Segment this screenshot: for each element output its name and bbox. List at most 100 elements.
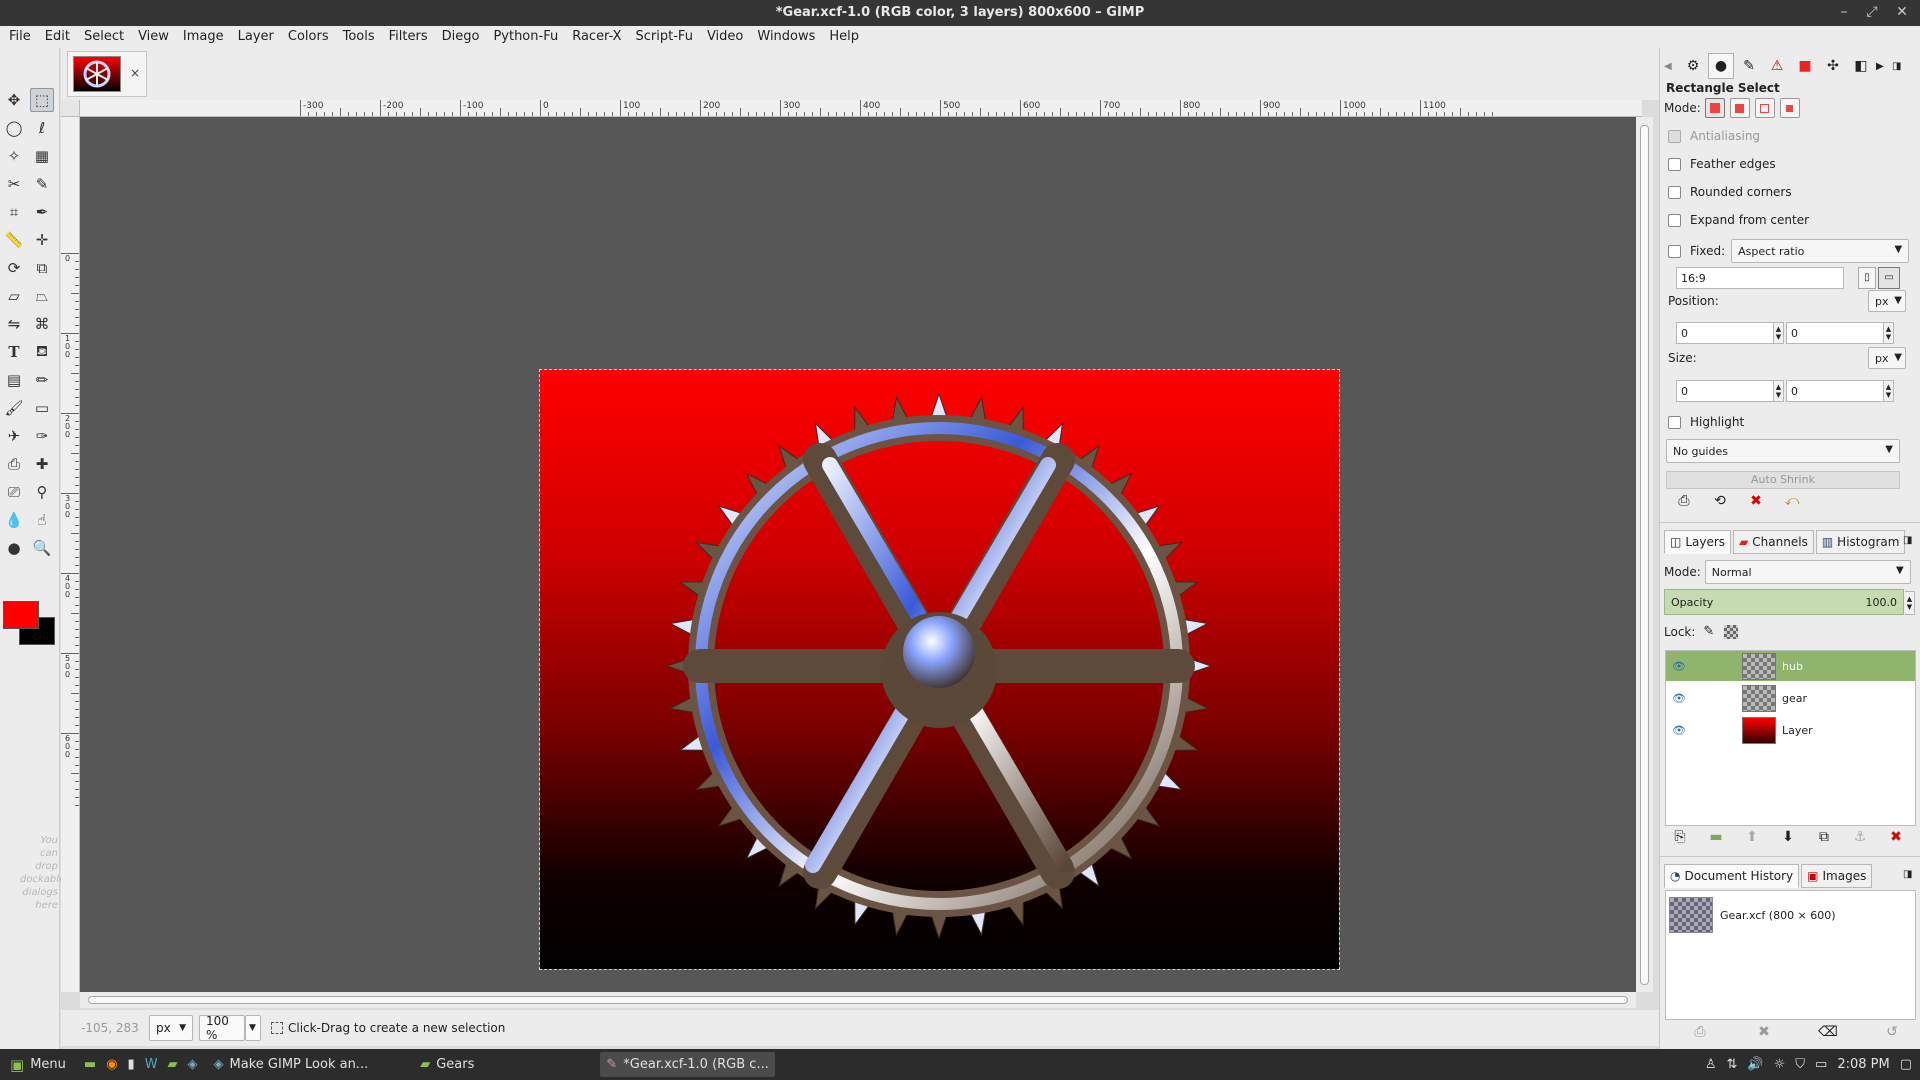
user-icon[interactable]: ♙ [1705,1057,1717,1072]
zoom-field[interactable]: 100 % [199,1014,245,1042]
tab-fonts[interactable]: ✣ [1820,53,1846,79]
visibility-eye-icon[interactable]: 👁 [1666,660,1692,673]
feather-edges-checkbox[interactable] [1668,157,1681,171]
rotate-tool-icon[interactable]: ⟳ [2,256,26,280]
tab-channels[interactable]: ▰ Channels [1733,530,1814,554]
shield-icon[interactable]: ⛉ [1795,1057,1805,1072]
color-picker-tool-icon[interactable]: ⚲ [30,480,54,504]
writer-icon[interactable]: W [145,1057,158,1072]
size-width-spinner[interactable]: ▲ ▼ [1774,380,1784,402]
bucket-fill-tool-icon[interactable]: ⛾ [30,340,54,364]
tab-errors[interactable]: ⚠ [1764,53,1790,79]
position-y-spinner[interactable]: ▲ ▼ [1884,322,1894,344]
new-layer-group-icon[interactable]: ▬ [1698,829,1734,845]
dock-divider[interactable] [1660,522,1920,523]
blend-tool-icon[interactable]: ▤ [2,368,26,392]
horizontal-scrollbar[interactable] [80,992,1636,1008]
select-by-color-tool-icon[interactable]: ▦ [30,144,54,168]
zoom-dropdown[interactable]: ▼ [245,1015,261,1041]
free-select-tool-icon[interactable]: ℓ [30,116,54,140]
menu-view[interactable]: View [131,26,176,48]
menu-script-fu[interactable]: Script-Fu [629,26,700,48]
dock-divider-2[interactable] [1660,856,1920,857]
scroll-left-icon[interactable]: ◀ [1664,61,1678,72]
clone-tool-icon[interactable]: ⎙ [2,452,26,476]
airbrush-tool-icon[interactable]: ✈ [2,424,26,448]
reset-options-icon[interactable]: ⤺ [1774,493,1810,509]
foreground-color-swatch-front[interactable] [3,601,39,629]
size-height-input[interactable]: 0 [1786,380,1884,402]
horizontal-scroll-thumb[interactable] [88,996,1628,1004]
paintbrush-tool-icon[interactable]: 🖌 [2,396,26,420]
blur-tool-icon[interactable]: 💧 [2,508,26,532]
menu-python-fu[interactable]: Python-Fu [486,26,565,48]
history-entry[interactable]: Gear.xcf (800 × 600) [1720,909,1836,922]
dodge-burn-tool-icon[interactable]: ● [2,536,26,560]
tab-tool-options[interactable]: ⚙ [1680,53,1706,79]
menu-colors[interactable]: Colors [281,26,336,48]
firefox-icon[interactable]: ◉ [106,1057,117,1072]
battery-icon[interactable]: ▭ [1815,1057,1827,1072]
highlight-checkbox[interactable] [1668,415,1681,429]
shear-tool-icon[interactable]: ▱ [2,284,26,308]
anchor-layer-icon[interactable]: ⚓ [1842,829,1878,845]
lock-alpha-icon[interactable] [1724,624,1739,639]
delete-layer-icon[interactable]: ✖ [1878,829,1914,845]
task-make-gimp[interactable]: ◈ Make GIMP Look an... [208,1052,375,1077]
cage-tool-icon[interactable]: ⌘ [30,312,54,336]
fixed-checkbox[interactable] [1668,244,1681,258]
redo-icon[interactable]: ✖ [1746,1024,1782,1040]
text-tool-icon[interactable]: T [2,340,26,364]
expand-from-center-checkbox[interactable] [1668,213,1681,227]
brightness-icon[interactable]: ☼ [1774,1057,1786,1072]
flip-tool-icon[interactable]: ⇋ [2,312,26,336]
close-window-button[interactable]: ✕ [1888,0,1916,26]
start-menu-button[interactable]: ▣ Menu [4,1052,72,1077]
menu-help[interactable]: Help [822,26,866,48]
volume-icon[interactable]: 🔊 [1747,1057,1763,1072]
guides-dropdown[interactable]: No guides ▼ [1666,439,1900,463]
menu-diego[interactable]: Diego [435,26,487,48]
image-canvas[interactable] [539,369,1340,970]
undo-icon[interactable]: ⎙ [1682,1024,1718,1040]
fixed-mode-dropdown[interactable]: Aspect ratio ▼ [1731,239,1910,263]
ink-tool-icon[interactable]: ✑ [30,424,54,448]
perspective-clone-tool-icon[interactable]: ⎚ [2,480,26,504]
menu-layer[interactable]: Layer [231,26,281,48]
files-icon[interactable]: ▰ [168,1057,178,1072]
tab-brushes[interactable]: ● [1708,53,1734,79]
panel-menu-icon[interactable]: ◨ [1903,535,1912,546]
layer-row-background[interactable]: 👁 Layer [1666,715,1915,745]
restore-options-icon[interactable]: ⟲ [1702,493,1738,509]
duplicate-layer-icon[interactable]: ⧉ [1806,829,1842,845]
menu-racer-x[interactable]: Racer-X [565,26,628,48]
measure-tool-icon[interactable]: 📏 [2,228,26,252]
vertical-ruler[interactable]: 0 100 200 300 400 500 600 [61,117,80,992]
canvas-area[interactable] [80,117,1636,992]
raise-layer-icon[interactable]: ⬆ [1734,829,1770,845]
tab-patterns[interactable]: ■ [1792,53,1818,79]
perspective-tool-icon[interactable]: ⏢ [30,284,54,308]
rect-select-tool-icon[interactable]: ⬚ [30,88,54,112]
menu-filters[interactable]: Filters [382,26,435,48]
task-gimp[interactable]: ✎ *Gear.xcf-1.0 (RGB c... [600,1052,775,1077]
position-x-input[interactable]: 0 [1676,322,1774,344]
pencil-tool-icon[interactable]: ✏ [30,368,54,392]
vertical-scroll-thumb[interactable] [1640,125,1649,985]
menu-edit[interactable]: Edit [38,26,77,48]
crop-tool-icon[interactable]: ⌗ [2,200,26,224]
size-width-input[interactable]: 0 [1676,380,1774,402]
size-unit-dropdown[interactable]: px ▼ [1868,347,1906,369]
configure-tab-icon[interactable]: ◨ [1892,61,1906,72]
smudge-tool-icon[interactable]: ☝ [30,508,54,532]
lower-layer-icon[interactable]: ⬇ [1770,829,1806,845]
ruler-corner[interactable] [61,100,80,117]
new-layer-icon[interactable]: ⎘ [1662,829,1698,845]
settings-icon[interactable]: ◈ [188,1057,198,1072]
foreground-select-tool-icon[interactable]: ✎ [30,172,54,196]
tab-histogram[interactable]: ▥ Histogram [1815,530,1906,554]
visibility-eye-icon[interactable]: 👁 [1666,692,1692,705]
position-unit-dropdown[interactable]: px ▼ [1868,290,1906,312]
landscape-button[interactable]: ▭ [1878,267,1900,289]
menu-file[interactable]: File [2,26,38,48]
